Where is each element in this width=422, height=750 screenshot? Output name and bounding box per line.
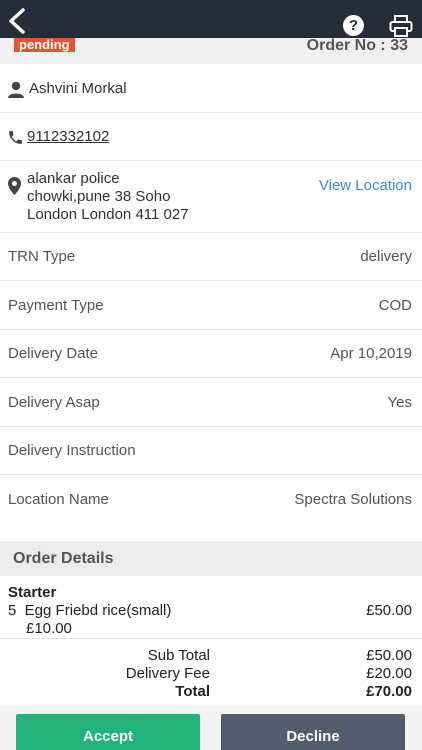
view-location-link[interactable]: View Location	[319, 177, 412, 194]
trn-type-row: TRN Type delivery	[0, 233, 422, 281]
item-unit-price: £10.00	[26, 620, 72, 637]
delivery-date-value: Apr 10,2019	[330, 345, 412, 362]
subtotal-row: Sub Total £50.00	[0, 647, 422, 665]
item-category: Starter	[8, 584, 57, 601]
accept-button[interactable]: Accept	[16, 714, 200, 750]
delivery-instruction-row: Delivery Instruction	[0, 427, 422, 475]
order-totals: Sub Total £50.00 Delivery Fee £20.00 Tot…	[0, 638, 422, 706]
delivery-asap-label: Delivery Asap	[8, 394, 100, 411]
customer-address-row: alankar police chowki,pune 38 Soho Londo…	[0, 161, 422, 233]
location-name-label: Location Name	[8, 491, 109, 508]
subtotal-label: Sub Total	[147, 647, 210, 664]
phone-icon	[9, 131, 22, 144]
delivery-fee-value: £20.00	[366, 665, 412, 682]
customer-name: Ashvini Morkal	[29, 80, 127, 97]
order-items-list: Starter 5 Egg Friebd rice(small) £50.00 …	[0, 576, 422, 638]
order-details-header: Order Details	[0, 541, 422, 576]
delivery-asap-value: Yes	[387, 394, 412, 411]
delivery-fee-label: Delivery Fee	[125, 665, 210, 682]
help-button[interactable]: ?	[343, 15, 364, 36]
back-button[interactable]	[6, 8, 28, 34]
location-pin-icon	[8, 177, 21, 195]
list-item: 5 Egg Friebd rice(small)	[8, 602, 172, 619]
print-button[interactable]	[389, 15, 413, 37]
customer-address: alankar police chowki,pune 38 Soho Londo…	[27, 170, 227, 224]
back-chevron-icon	[9, 8, 25, 34]
customer-phone-link[interactable]: 9112332102	[27, 128, 109, 145]
order-status-row: pending Order No : 33	[0, 38, 422, 64]
customer-phone-row: 9112332102	[0, 113, 422, 161]
location-name-row: Location Name Spectra Solutions	[0, 475, 422, 524]
trn-type-value: delivery	[360, 248, 412, 265]
delivery-instruction-label: Delivery Instruction	[8, 442, 136, 459]
trn-type-label: TRN Type	[8, 248, 76, 265]
action-bar: Accept Decline	[0, 706, 422, 750]
person-icon	[8, 81, 24, 98]
top-bar: ?	[0, 0, 422, 38]
status-badge: pending	[14, 38, 75, 52]
item-price: £50.00	[366, 602, 412, 619]
total-value: £70.00	[366, 683, 412, 700]
subtotal-value: £50.00	[366, 647, 412, 664]
address-line-2: chowki,pune 38 Soho	[27, 188, 171, 205]
order-details-title: Order Details	[13, 550, 114, 567]
delivery-asap-row: Delivery Asap Yes	[0, 378, 422, 427]
total-row: Total £70.00	[0, 683, 422, 701]
address-line-3: London London 411 027	[27, 206, 189, 223]
address-line-1: alankar police	[27, 170, 120, 187]
location-name-value: Spectra Solutions	[294, 491, 412, 508]
payment-type-label: Payment Type	[8, 297, 104, 314]
delivery-date-label: Delivery Date	[8, 345, 99, 362]
total-label: Total	[175, 683, 210, 700]
order-number: Order No : 33	[306, 37, 408, 54]
customer-name-row: Ashvini Morkal	[0, 64, 422, 113]
help-icon: ?	[348, 17, 359, 34]
printer-icon	[389, 15, 413, 37]
delivery-date-row: Delivery Date Apr 10,2019	[0, 330, 422, 378]
payment-type-row: Payment Type COD	[0, 281, 422, 330]
delivery-fee-row: Delivery Fee £20.00	[0, 665, 422, 683]
payment-type-value: COD	[378, 297, 412, 314]
decline-button[interactable]: Decline	[221, 714, 405, 750]
